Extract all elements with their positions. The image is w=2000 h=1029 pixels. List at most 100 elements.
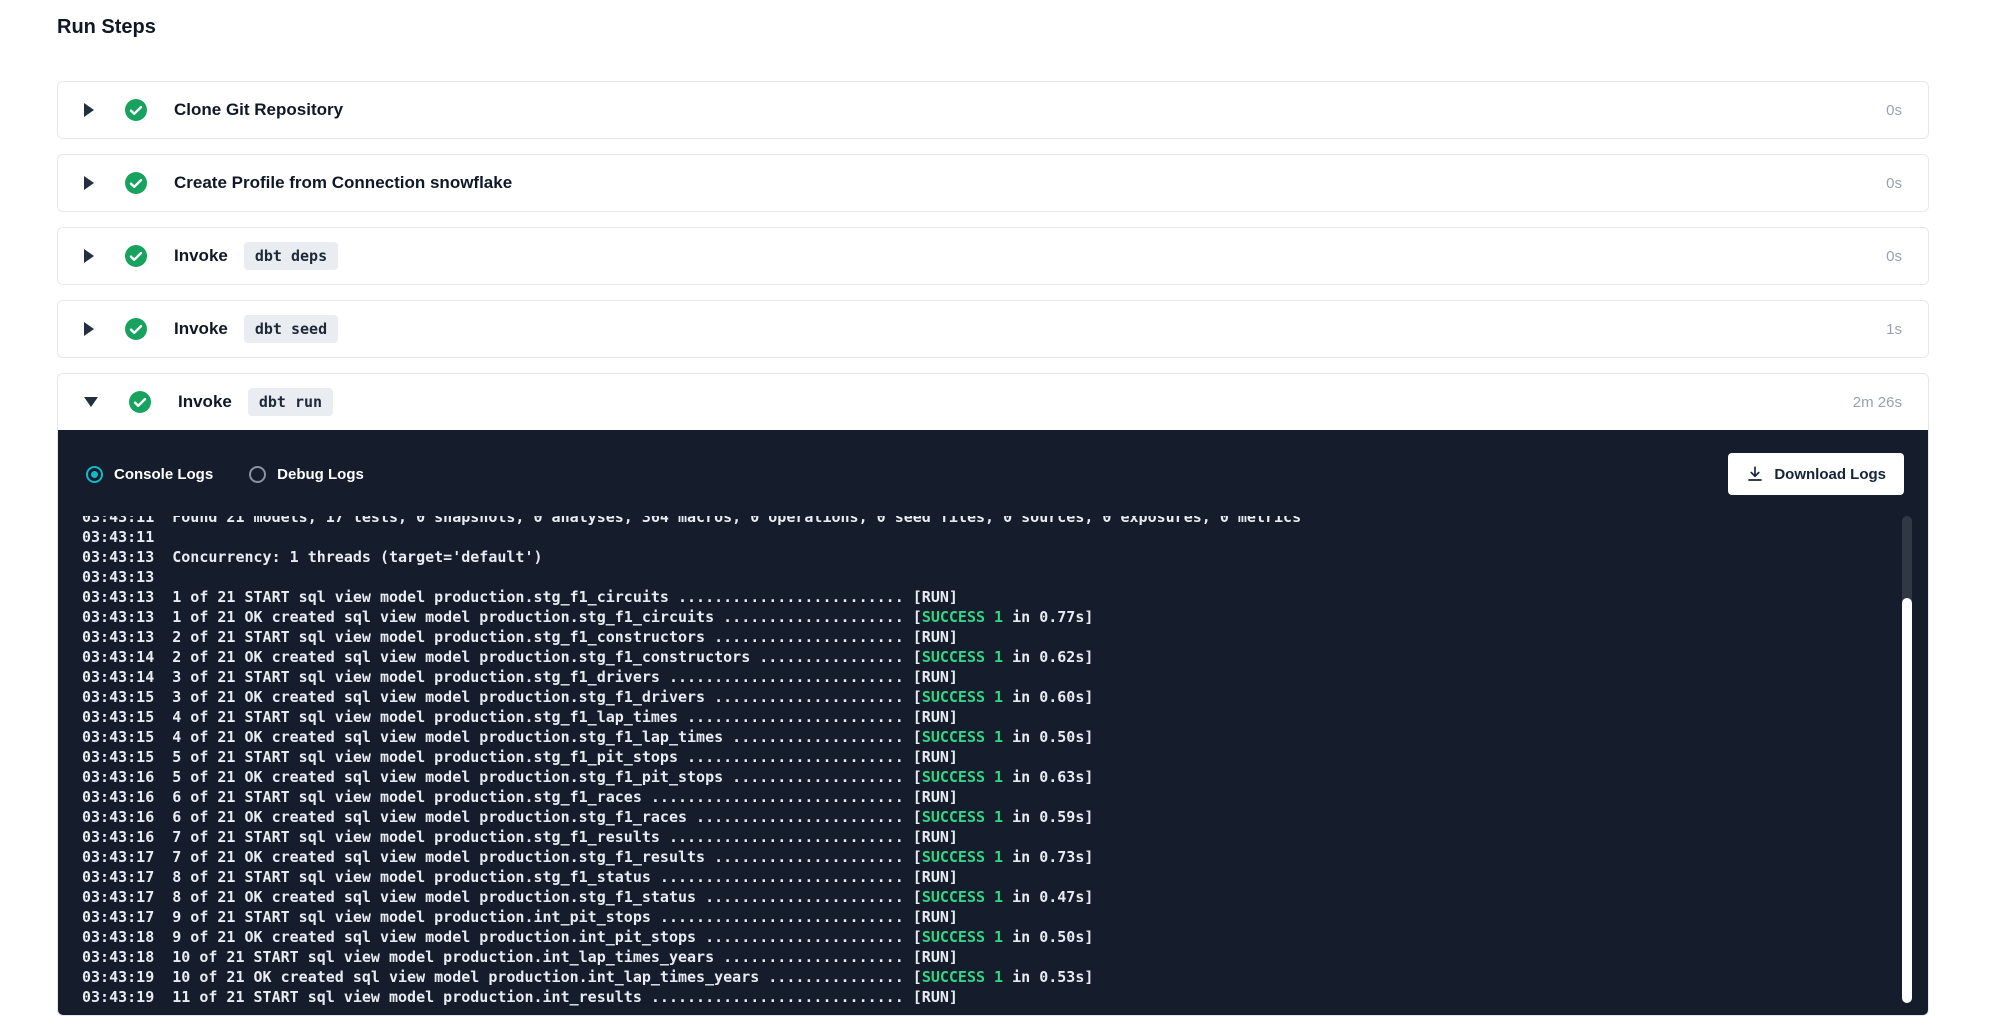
download-logs-label: Download Logs xyxy=(1774,466,1886,483)
log-timestamp: 03:43:11 xyxy=(82,528,154,546)
log-timestamp: 03:43:18 xyxy=(82,948,154,966)
log-text: 3 of 21 START sql view model production.… xyxy=(172,668,958,686)
log-timestamp: 03:43:17 xyxy=(82,868,154,886)
log-success-text: SUCCESS 1 xyxy=(922,688,1003,706)
log-line: 03:43:131 of 21 OK created sql view mode… xyxy=(82,607,1898,627)
run-detail-page: Run Steps Clone Git Repository 0s xyxy=(0,0,2000,1016)
log-text: in 0.60s] xyxy=(1003,688,1093,706)
log-timestamp: 03:43:16 xyxy=(82,808,154,826)
log-line: 03:43:11 xyxy=(82,527,1898,547)
chevron-right-icon[interactable] xyxy=(84,322,94,336)
console-header: Console Logs Debug Logs Download Logs xyxy=(58,430,1928,494)
log-success-text: SUCCESS 1 xyxy=(922,848,1003,866)
log-line: 03:43:155 of 21 START sql view model pro… xyxy=(82,747,1898,767)
log-line: 03:43:15 4 of 21 OK created sql view mode… xyxy=(82,727,1898,747)
log-line: 03:43:166 of 21 START sql view model pro… xyxy=(82,787,1898,807)
step-card: Invoke dbt seed 1s xyxy=(57,300,1929,358)
log-timestamp: 03:43:16 xyxy=(82,768,154,786)
log-text: 2 of 21 START sql view model production.… xyxy=(172,628,958,646)
console-log-lines: 03:43:11Found 21 models, 17 tests, 0 sna… xyxy=(82,516,1898,1007)
log-success-text: SUCCESS 1 xyxy=(922,808,1003,826)
log-text: in 0.73s] xyxy=(1003,848,1093,866)
log-timestamp: 03:43:15 xyxy=(82,708,154,726)
page-title: Run Steps xyxy=(57,16,2000,39)
log-tab-console-logs[interactable]: Console Logs xyxy=(86,466,213,483)
step-label: Create Profile from Connection snowflake xyxy=(174,173,512,193)
log-timestamp: 03:43:17 xyxy=(82,848,154,866)
log-timestamp: 03:43:15 xyxy=(82,728,154,746)
step-label: Invoke xyxy=(174,319,228,339)
chevron-right-icon[interactable] xyxy=(84,176,94,190)
log-text: 1 of 21 OK created sql view model produc… xyxy=(172,608,922,626)
step-duration: 0s xyxy=(1886,175,1902,192)
log-line: 03:43:16 5 of 21 OK created sql view mode… xyxy=(82,767,1898,787)
log-text: in 0.77s] xyxy=(1003,608,1093,626)
log-timestamp: 03:43:16 xyxy=(82,788,154,806)
radio-selected-icon[interactable] xyxy=(86,466,103,483)
log-line: 03:43:177 of 21 OK created sql view mode… xyxy=(82,847,1898,867)
log-text: 4 of 21 START sql view model production.… xyxy=(172,708,958,726)
log-success-text: SUCCESS 1 xyxy=(922,608,1003,626)
success-check-icon xyxy=(124,317,148,341)
log-text: 9 of 21 START sql view model production.… xyxy=(172,908,958,926)
chevron-right-icon[interactable] xyxy=(84,249,94,263)
log-line: 03:43:178 of 21 OK created sql view mode… xyxy=(82,887,1898,907)
log-text: Concurrency: 1 threads (target='default'… xyxy=(172,548,542,566)
radio-dot xyxy=(254,471,261,478)
success-check-icon xyxy=(124,98,148,122)
log-scrollbar-thumb[interactable] xyxy=(1902,598,1912,1003)
log-line: 03:43:1911 of 21 START sql view model pr… xyxy=(82,987,1898,1007)
log-line: 03:43:16 6 of 21 OK created sql view mode… xyxy=(82,807,1898,827)
log-tab-debug-logs[interactable]: Debug Logs xyxy=(249,466,364,483)
log-line: 03:43:153 of 21 OK created sql view mode… xyxy=(82,687,1898,707)
success-check-icon xyxy=(124,244,148,268)
step-header[interactable]: Invoke dbt seed 1s xyxy=(58,301,1928,357)
step-label: Clone Git Repository xyxy=(174,100,343,120)
success-check-icon xyxy=(124,171,148,195)
log-line: 03:43:11Found 21 models, 17 tests, 0 sna… xyxy=(82,516,1898,527)
log-line: 03:43:17 8 of 21 START sql view model pro… xyxy=(82,867,1898,887)
step-label: Invoke xyxy=(174,246,228,266)
log-success-text: SUCCESS 1 xyxy=(922,928,1003,946)
step-duration: 2m 26s xyxy=(1853,394,1902,411)
log-text: 6 of 21 OK created sql view model produc… xyxy=(172,808,922,826)
log-timestamp: 03:43:17 xyxy=(82,888,154,906)
log-timestamp: 03:43:11 xyxy=(82,516,154,526)
log-text: in 0.50s] xyxy=(1003,928,1093,946)
log-text: 4 of 21 OK created sql view model produc… xyxy=(172,728,922,746)
step-header[interactable]: Create Profile from Connection snowflake… xyxy=(58,155,1928,211)
step-card: Invoke dbt deps 0s xyxy=(57,227,1929,285)
step-header[interactable]: Clone Git Repository 0s xyxy=(58,82,1928,138)
step-command-chip: dbt run xyxy=(248,388,333,416)
log-text: in 0.59s] xyxy=(1003,808,1093,826)
log-text: in 0.50s] xyxy=(1003,728,1093,746)
log-line: 03:43:132 of 21 START sql view model pro… xyxy=(82,627,1898,647)
run-steps-list: Clone Git Repository 0s Create Profile f… xyxy=(57,81,1929,1016)
step-header[interactable]: Invoke dbt run 2m 26s xyxy=(58,374,1928,430)
log-timestamp: 03:43:16 xyxy=(82,828,154,846)
log-text: 3 of 21 OK created sql view model produc… xyxy=(172,688,922,706)
log-tab-label: Debug Logs xyxy=(277,466,364,483)
log-timestamp: 03:43:14 xyxy=(82,668,154,686)
log-text: in 0.62s] xyxy=(1003,648,1093,666)
console-log-viewport[interactable]: 03:43:11Found 21 models, 17 tests, 0 sna… xyxy=(58,516,1898,1013)
log-timestamp: 03:43:19 xyxy=(82,968,154,986)
log-text: 5 of 21 OK created sql view model produc… xyxy=(172,768,922,786)
chevron-down-icon[interactable] xyxy=(84,397,98,407)
log-text: 11 of 21 START sql view model production… xyxy=(172,988,958,1006)
chevron-right-icon[interactable] xyxy=(84,103,94,117)
log-timestamp: 03:43:13 xyxy=(82,568,154,586)
log-text: 8 of 21 START sql view model production.… xyxy=(172,868,958,886)
log-timestamp: 03:43:18 xyxy=(82,928,154,946)
success-check-icon xyxy=(128,390,152,414)
log-line: 03:43:14 3 of 21 START sql view model pro… xyxy=(82,667,1898,687)
console-panel: Console Logs Debug Logs Download Logs 03:… xyxy=(58,430,1928,1015)
log-text: in 0.47s] xyxy=(1003,888,1093,906)
step-header[interactable]: Invoke dbt deps 0s xyxy=(58,228,1928,284)
log-text: 7 of 21 START sql view model production.… xyxy=(172,828,958,846)
download-logs-button[interactable]: Download Logs xyxy=(1728,453,1904,495)
radio-unselected-icon[interactable] xyxy=(249,466,266,483)
log-text: in 0.53s] xyxy=(1003,968,1093,986)
log-line: 03:43:16 7 of 21 START sql view model pro… xyxy=(82,827,1898,847)
log-timestamp: 03:43:14 xyxy=(82,648,154,666)
